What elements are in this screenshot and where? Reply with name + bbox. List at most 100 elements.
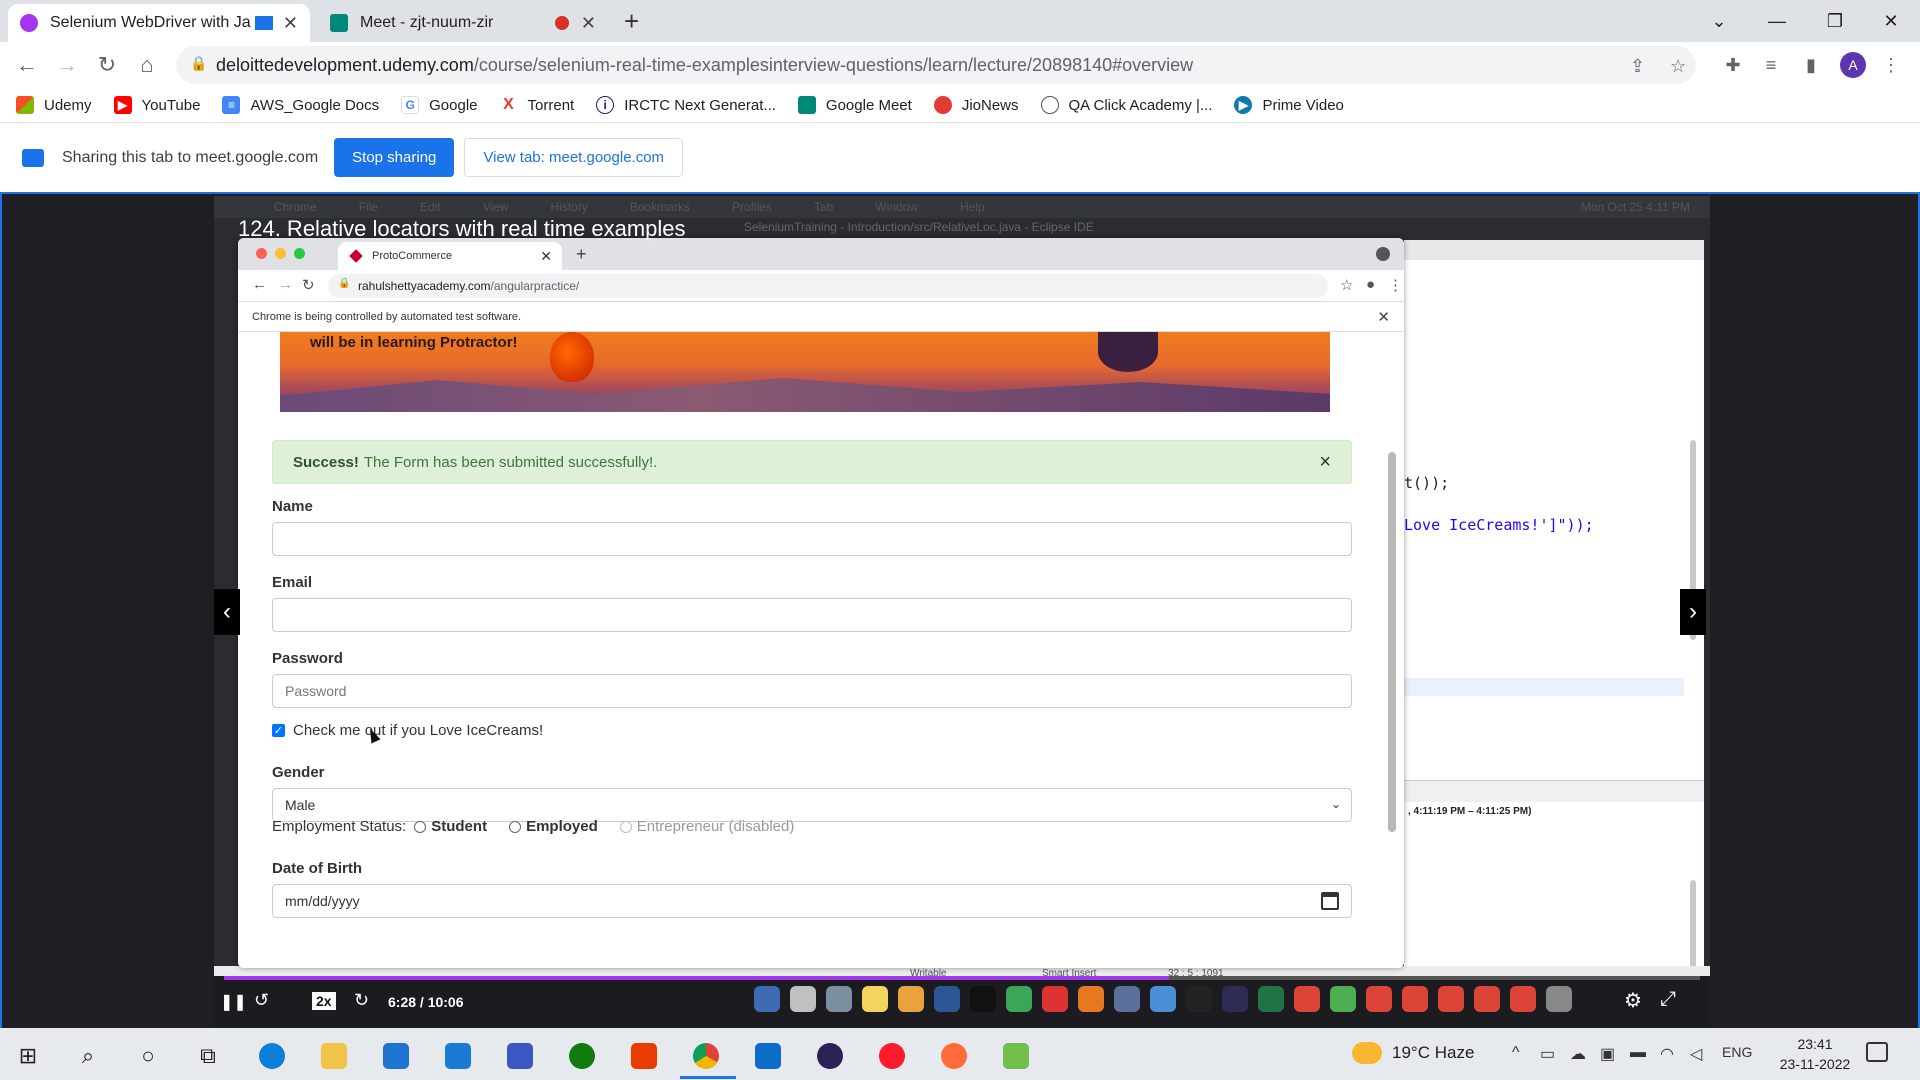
chrome-icon[interactable] xyxy=(686,1036,726,1076)
tab-meet[interactable]: Meet - zjt-nuum-zir ✕ xyxy=(318,4,608,42)
bookmark-qaclick[interactable]: QA Click Academy |... xyxy=(1040,96,1212,114)
windows-start-icon[interactable]: ⊞ xyxy=(8,1036,48,1076)
profile-avatar[interactable]: A xyxy=(1840,52,1866,78)
maximize-icon[interactable]: ❐ xyxy=(1806,0,1864,42)
reload-icon[interactable]: ↻ xyxy=(92,50,122,80)
weather-widget[interactable]: 19°C Haze xyxy=(1352,1042,1474,1064)
search-icon[interactable]: ⌕ xyxy=(68,1036,108,1076)
close-icon[interactable]: ✕ xyxy=(581,13,596,34)
bookmark-prime[interactable]: ▶ Prime Video xyxy=(1234,96,1344,114)
app-icon xyxy=(826,986,852,1012)
volume-icon[interactable]: ◁ xyxy=(1690,1044,1702,1064)
tab-search-icon[interactable]: ⌄ xyxy=(1690,0,1748,42)
settings-icon[interactable]: ⚙ xyxy=(1624,988,1642,1013)
task-view-icon[interactable]: ⧉ xyxy=(188,1036,228,1076)
bookmark-torrent[interactable]: X Torrent xyxy=(499,96,575,114)
mac-menu-item: View xyxy=(482,200,509,214)
share-icon[interactable]: ⇪ xyxy=(1630,56,1645,77)
playback-speed[interactable]: 2x xyxy=(312,992,336,1010)
app-icon xyxy=(1114,986,1140,1012)
chevron-up-icon[interactable]: ^ xyxy=(1512,1044,1520,1062)
window-close-icon[interactable]: ✕ xyxy=(1862,0,1920,42)
mac-menu-item: History xyxy=(550,200,588,214)
inner-toolbar: ← → ↻ 🔒 rahulshettyacademy.com/angularpr… xyxy=(238,270,1404,302)
security-icon[interactable]: ▣ xyxy=(1600,1044,1615,1064)
side-panel-icon[interactable]: ▮ xyxy=(1796,50,1826,80)
edge-icon[interactable] xyxy=(252,1036,292,1076)
postman-icon[interactable] xyxy=(934,1036,974,1076)
bookmark-udemy[interactable]: Udemy xyxy=(16,96,92,114)
cortana-icon[interactable]: ○ xyxy=(128,1036,168,1076)
notification-icon[interactable] xyxy=(1866,1042,1888,1062)
radio-employed[interactable] xyxy=(509,820,522,833)
home-icon[interactable]: ⌂ xyxy=(132,50,162,80)
gender-select[interactable]: Male ⌄ xyxy=(272,788,1352,822)
remote-desktop-icon[interactable] xyxy=(748,1036,788,1076)
media-control-icon[interactable]: ≡ xyxy=(1756,50,1786,80)
store-icon[interactable] xyxy=(376,1036,416,1076)
extensions-icon[interactable]: ✚ xyxy=(1718,50,1748,80)
wifi-icon[interactable]: ◠ xyxy=(1660,1044,1674,1064)
previous-lecture-icon[interactable]: ‹ xyxy=(214,589,240,635)
eclipse-icon xyxy=(1222,986,1248,1012)
system-clock[interactable]: 23:41 23-11-2022 xyxy=(1760,1034,1870,1074)
password-input[interactable]: Password xyxy=(272,674,1352,708)
battery-icon[interactable]: ▬ xyxy=(1630,1044,1646,1062)
office-icon[interactable] xyxy=(624,1036,664,1076)
bookmark-meet[interactable]: Google Meet xyxy=(797,96,912,114)
view-tab-button[interactable]: View tab: meet.google.com xyxy=(464,138,684,177)
snip-tool-icon[interactable] xyxy=(996,1036,1036,1076)
mail-icon[interactable] xyxy=(438,1036,478,1076)
minimize-dot-icon xyxy=(275,248,286,259)
video-frame[interactable]: Chrome File Edit View History Bookmarks … xyxy=(214,196,1710,1028)
bookmark-irctc[interactable]: i IRCTC Next Generat... xyxy=(596,96,776,114)
bookmark-youtube[interactable]: ▶ YouTube xyxy=(113,96,200,114)
playback-time: 6:28 / 10:06 xyxy=(388,994,464,1010)
fullscreen-icon[interactable]: ⤢ xyxy=(1660,988,1676,1011)
video-controls: ❚❚ ↺ 2x ↻ 6:28 / 10:06 ⚙ ⤢ xyxy=(214,976,1710,1028)
opera-icon[interactable] xyxy=(872,1036,912,1076)
hot-air-balloon-icon xyxy=(1098,332,1158,372)
menu-icon[interactable]: ⋮ xyxy=(1876,50,1906,80)
checkbox-checked-icon[interactable]: ✓ xyxy=(272,724,285,737)
bookmark-star-icon[interactable]: ☆ xyxy=(1670,56,1686,77)
stop-sharing-button[interactable]: Stop sharing xyxy=(334,138,455,177)
tab-udemy[interactable]: Selenium WebDriver with Ja ✕ xyxy=(8,4,310,42)
pause-icon[interactable]: ❚❚ xyxy=(220,992,247,1012)
meet-tray-icon[interactable]: ▭ xyxy=(1540,1044,1555,1064)
radio-student[interactable] xyxy=(414,820,427,833)
close-dot-icon xyxy=(256,248,267,259)
bookmark-aws-docs[interactable]: ≡ AWS_Google Docs xyxy=(222,96,379,114)
minimize-icon[interactable]: — xyxy=(1748,0,1806,42)
bookmark-jionews[interactable]: JioNews xyxy=(933,96,1019,114)
address-bar[interactable]: 🔒 deloittedevelopment.udemy.com/course/s… xyxy=(176,46,1696,84)
language-indicator[interactable]: ENG xyxy=(1722,1044,1752,1060)
rewind-icon[interactable]: ↺ xyxy=(254,990,269,1011)
app-icon xyxy=(1150,986,1176,1012)
radio-label: Entrepreneur (disabled) xyxy=(636,818,795,835)
new-tab-icon[interactable]: + xyxy=(624,6,639,37)
dob-input[interactable]: mm/dd/yyyy xyxy=(272,884,1352,918)
eclipse-icon[interactable] xyxy=(810,1036,850,1076)
next-lecture-icon[interactable]: › xyxy=(1680,589,1706,635)
xbox-icon[interactable] xyxy=(562,1036,602,1076)
recording-icon xyxy=(554,16,569,30)
onedrive-icon[interactable]: ☁ xyxy=(1570,1044,1586,1064)
power-automate-icon[interactable] xyxy=(500,1036,540,1076)
name-input[interactable] xyxy=(272,522,1352,556)
close-icon[interactable]: ✕ xyxy=(283,13,298,34)
icecream-checkbox-row[interactable]: ✓ Check me out if you Love IceCreams! xyxy=(272,722,543,739)
bookmark-label: Torrent xyxy=(527,96,575,114)
file-explorer-icon[interactable] xyxy=(314,1036,354,1076)
video-progress-bar[interactable] xyxy=(224,976,1700,980)
forward-icon[interactable]: → xyxy=(52,50,82,80)
bookmark-google[interactable]: G Google xyxy=(401,96,478,114)
alert-close-icon[interactable]: × xyxy=(1319,451,1331,474)
email-input[interactable] xyxy=(272,598,1352,632)
forward-icon[interactable]: ↻ xyxy=(354,990,369,1011)
page-scrollbar[interactable] xyxy=(1388,452,1396,832)
udemy-icon xyxy=(20,14,38,32)
mac-clock: Mon Oct 25 4:11 PM xyxy=(1580,200,1690,214)
calendar-icon[interactable] xyxy=(1321,892,1339,910)
back-icon[interactable]: ← xyxy=(12,50,42,80)
